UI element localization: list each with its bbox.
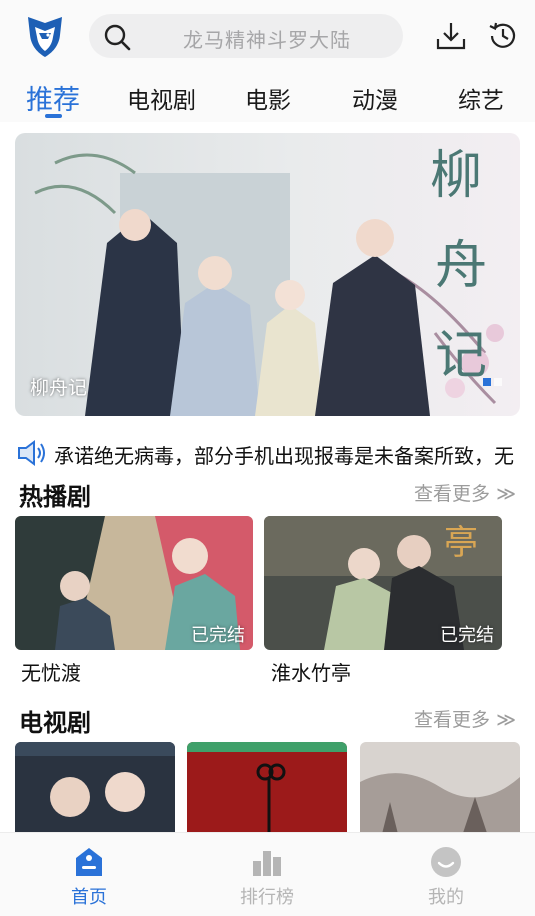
top-bar: 龙马精神斗罗大陆	[0, 0, 535, 72]
search-placeholder: 龙马精神斗罗大陆	[183, 28, 351, 52]
banner-carousel[interactable]: 柳 舟 记 柳舟记	[15, 133, 520, 416]
chevron-right-icon: ≫	[496, 483, 516, 505]
tv-poster-1[interactable]	[15, 742, 175, 842]
svg-text:亭: 亭	[444, 523, 478, 563]
hot-card-2[interactable]: 亭 已完结	[264, 516, 502, 650]
status-badge: 已完结	[191, 625, 245, 646]
notice-bar: 承诺绝无病毒，部分手机出现报毒是未备案所致，无	[0, 434, 535, 472]
ranking-icon	[253, 851, 281, 876]
poster-image	[187, 742, 347, 842]
history-icon[interactable]	[487, 20, 519, 52]
chevron-right-icon: ≫	[496, 709, 516, 731]
hot-more-link[interactable]: 查看更多 ≫	[414, 479, 516, 506]
nav-home-label: 首页	[71, 887, 107, 908]
tv-more-link[interactable]: 查看更多 ≫	[414, 705, 516, 732]
tab-variety[interactable]: 综艺	[458, 81, 504, 115]
nav-profile-label: 我的	[428, 887, 464, 908]
svg-text:舟: 舟	[435, 236, 487, 296]
status-badge: 已完结	[440, 625, 494, 646]
search-icon	[104, 24, 131, 51]
search-bar[interactable]: 龙马精神斗罗大陆	[89, 14, 403, 58]
hot-card-2-title[interactable]: 淮水竹亭	[271, 657, 351, 686]
tab-movies[interactable]: 电影	[245, 81, 291, 115]
eagle-logo-icon[interactable]	[22, 13, 68, 59]
hot-card-1[interactable]: 已完结	[15, 516, 253, 650]
banner-image: 柳 舟 记	[15, 133, 520, 416]
carousel-indicator	[480, 371, 502, 390]
download-icon[interactable]	[435, 20, 467, 52]
notice-text: 承诺绝无病毒，部分手机出现报毒是未备案所致，无	[54, 444, 514, 468]
carousel-dot-active	[483, 378, 491, 386]
tv-poster-2[interactable]	[187, 742, 347, 842]
tab-tv-series[interactable]: 电视剧	[127, 81, 196, 115]
nav-ranking-label: 排行榜	[240, 887, 294, 908]
more-label: 查看更多	[414, 709, 491, 731]
section-title-tv: 电视剧	[19, 709, 91, 737]
nav-profile[interactable]: 我的	[357, 833, 535, 916]
nav-home[interactable]: 首页	[0, 833, 178, 916]
home-icon	[76, 848, 102, 876]
more-label: 查看更多	[414, 483, 491, 505]
section-title-hot: 热播剧	[19, 483, 91, 511]
poster-image	[360, 742, 520, 842]
tab-anime[interactable]: 动漫	[352, 81, 398, 115]
carousel-dot	[494, 378, 502, 386]
banner-title: 柳舟记	[30, 377, 88, 399]
hot-card-1-title[interactable]: 无忧渡	[21, 657, 81, 686]
active-tab-indicator	[45, 114, 62, 118]
nav-ranking[interactable]: 排行榜	[178, 833, 356, 916]
profile-icon	[431, 847, 461, 877]
svg-text:柳: 柳	[430, 146, 482, 206]
poster-image	[15, 742, 175, 842]
tab-recommend[interactable]: 推荐	[26, 78, 80, 117]
bottom-navigation: 首页 排行榜 我的	[0, 832, 535, 916]
speaker-icon	[18, 440, 45, 466]
category-tabs: 推荐 电视剧 电影 动漫 综艺	[0, 72, 535, 122]
tv-poster-3[interactable]	[360, 742, 520, 842]
